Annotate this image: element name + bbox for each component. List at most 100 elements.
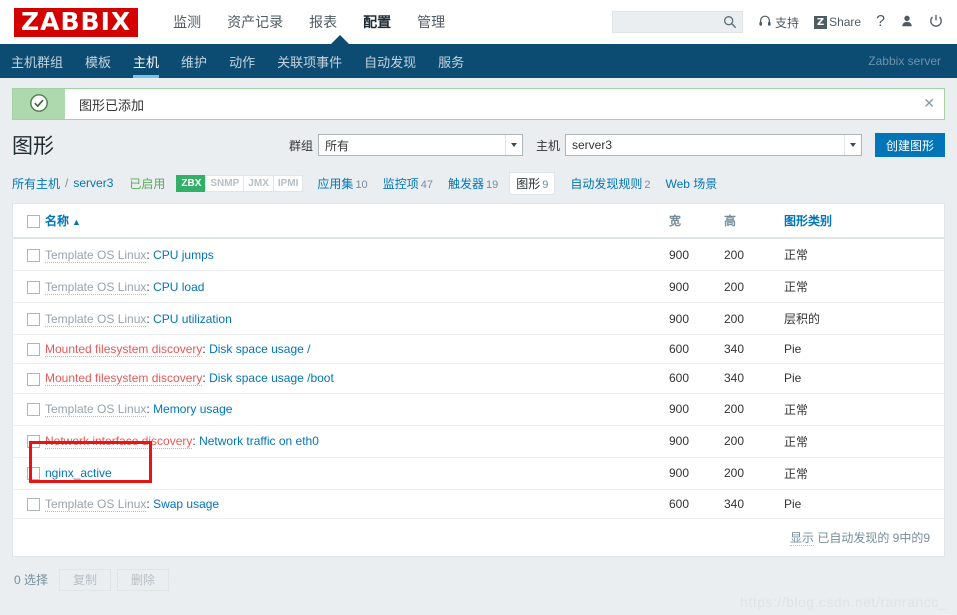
row-checkbox-cell	[13, 238, 45, 271]
tab-applications[interactable]: 应用集 10	[317, 175, 367, 192]
sign-out-link[interactable]	[929, 14, 943, 31]
badge-zbx: ZBX	[176, 174, 207, 192]
breadcrumb-host[interactable]: server3	[73, 176, 113, 190]
header-actions: 支持 Z Share ?	[612, 0, 957, 44]
row-prefix[interactable]: Template OS Linux	[45, 496, 147, 512]
row-graph-link[interactable]: nginx_active	[45, 466, 112, 480]
row-name-cell: Template OS Linux: CPU jumps	[45, 238, 669, 271]
tab-triggers[interactable]: 触发器 19	[448, 175, 498, 192]
chevron-down-icon[interactable]	[504, 135, 522, 155]
row-prefix[interactable]: Template OS Linux	[45, 247, 147, 263]
row-graph-link[interactable]: Network traffic on eth0	[199, 434, 319, 448]
table-row[interactable]: Mounted filesystem discovery: Disk space…	[13, 363, 944, 394]
row-checkbox[interactable]	[27, 248, 40, 262]
column-header-type[interactable]: 图形类别	[784, 204, 944, 239]
row-name-cell: Mounted filesystem discovery: Disk space…	[45, 363, 669, 394]
table-row[interactable]: Network interface discovery: Network tra…	[13, 425, 944, 458]
tab-items-count: 47	[420, 178, 433, 191]
help-link[interactable]: ?	[876, 13, 885, 31]
row-graph-link[interactable]: Disk space usage /boot	[209, 371, 334, 385]
row-checkbox[interactable]	[27, 312, 40, 326]
active-menu-pointer	[331, 35, 349, 44]
row-checkbox[interactable]	[27, 403, 40, 417]
row-checkbox[interactable]	[27, 372, 40, 386]
group-filter-label: 群组	[288, 138, 313, 153]
server-name-label: Zabbix server	[868, 54, 941, 68]
tab-graphs[interactable]: 图形 9	[509, 171, 556, 195]
column-header-height: 高	[724, 204, 784, 239]
host-filter-label: 主机	[535, 138, 560, 153]
menu-item-inventory[interactable]: 资产记录	[214, 0, 296, 44]
tab-web-scenarios[interactable]: Web 场景	[666, 175, 718, 192]
subnav-item-discovery[interactable]: 自动发现	[353, 44, 427, 78]
table-row[interactable]: Template OS Linux: CPU load 900 200 正常	[13, 270, 944, 303]
subnav-item-maintenance[interactable]: 维护	[170, 44, 218, 78]
row-checkbox-cell	[13, 457, 45, 490]
support-link[interactable]: 支持	[758, 14, 799, 31]
user-icon	[900, 14, 914, 31]
subnav-item-hostgroups[interactable]: 主机群组	[0, 44, 74, 78]
menu-item-administration[interactable]: 管理	[404, 0, 458, 44]
row-graph-link[interactable]: CPU load	[153, 280, 204, 294]
share-link[interactable]: Z Share	[814, 15, 861, 29]
row-prefix[interactable]: Template OS Linux	[45, 402, 147, 418]
row-checkbox[interactable]	[27, 343, 40, 357]
table-row[interactable]: Template OS Linux: Swap usage 600 340 Pi…	[13, 489, 944, 519]
subnav-item-hosts[interactable]: 主机	[122, 44, 170, 78]
row-graph-link[interactable]: CPU utilization	[153, 312, 232, 326]
table-row[interactable]: Mounted filesystem discovery: Disk space…	[13, 334, 944, 365]
select-all-checkbox[interactable]	[27, 214, 40, 228]
tab-items-label: 监控项	[382, 176, 419, 191]
row-graph-link[interactable]: Disk space usage /	[209, 342, 310, 356]
row-name-cell: Network interface discovery: Network tra…	[45, 425, 669, 458]
row-graph-link[interactable]: Swap usage	[153, 497, 219, 511]
row-type: 正常	[784, 425, 944, 458]
row-prefix[interactable]: Template OS Linux	[45, 311, 147, 327]
row-prefix[interactable]: Network interface discovery	[45, 434, 193, 450]
subnav-item-correlation[interactable]: 关联项事件	[266, 44, 353, 78]
subnav-item-services[interactable]: 服务	[427, 44, 475, 78]
tab-items[interactable]: 监控项 47	[383, 175, 433, 192]
row-prefix[interactable]: Mounted filesystem discovery	[45, 342, 203, 358]
delete-button[interactable]: 删除	[117, 568, 170, 591]
tab-discovery-rules-label: 自动发现规则	[570, 176, 643, 191]
table-row-nginx-active[interactable]: nginx_active 900 200 正常	[13, 457, 944, 490]
row-graph-link[interactable]: Memory usage	[153, 402, 232, 416]
column-header-name[interactable]: 名称 ▲	[45, 204, 669, 239]
close-icon[interactable]: ✕	[923, 96, 935, 110]
row-checkbox[interactable]	[27, 497, 40, 511]
row-type: 正常	[784, 270, 944, 303]
row-checkbox-cell	[13, 393, 45, 426]
badge-ipmi: IPMI	[272, 174, 304, 192]
table-row[interactable]: Template OS Linux: CPU jumps 900 200 正常	[13, 238, 944, 271]
group-select[interactable]: 所有	[317, 134, 523, 156]
menu-item-monitoring[interactable]: 监测	[160, 0, 214, 44]
row-height: 200	[724, 457, 784, 490]
user-profile-link[interactable]	[900, 14, 914, 31]
zabbix-logo[interactable]: ZABBIX	[14, 7, 139, 37]
create-graph-button[interactable]: 创建图形	[874, 133, 945, 157]
row-checkbox[interactable]	[27, 467, 40, 481]
row-checkbox[interactable]	[27, 435, 40, 449]
row-height: 200	[724, 270, 784, 303]
search-icon[interactable]	[723, 15, 737, 32]
tab-discovery-rules[interactable]: 自动发现规则 2	[570, 175, 650, 192]
row-graph-link[interactable]: CPU jumps	[153, 248, 214, 262]
global-search[interactable]	[612, 11, 744, 33]
subnav-item-actions[interactable]: 动作	[218, 44, 266, 78]
menu-item-configuration[interactable]: 配置	[350, 0, 404, 44]
row-prefix[interactable]: Template OS Linux	[45, 279, 147, 295]
search-input[interactable]	[613, 14, 722, 30]
chevron-down-icon[interactable]	[843, 135, 861, 155]
row-prefix[interactable]: Mounted filesystem discovery	[45, 371, 203, 387]
group-select-wrap: 所有	[317, 134, 523, 156]
row-checkbox[interactable]	[27, 280, 40, 294]
breadcrumb-all-hosts[interactable]: 所有主机	[12, 175, 60, 192]
copy-button[interactable]: 复制	[59, 568, 112, 591]
subnav-item-templates[interactable]: 模板	[74, 44, 122, 78]
host-select[interactable]: server3	[564, 134, 862, 156]
row-height: 200	[724, 393, 784, 426]
table-row[interactable]: Template OS Linux: Memory usage 900 200 …	[13, 393, 944, 426]
row-name-cell: nginx_active	[45, 457, 669, 490]
table-row[interactable]: Template OS Linux: CPU utilization 900 2…	[13, 302, 944, 335]
